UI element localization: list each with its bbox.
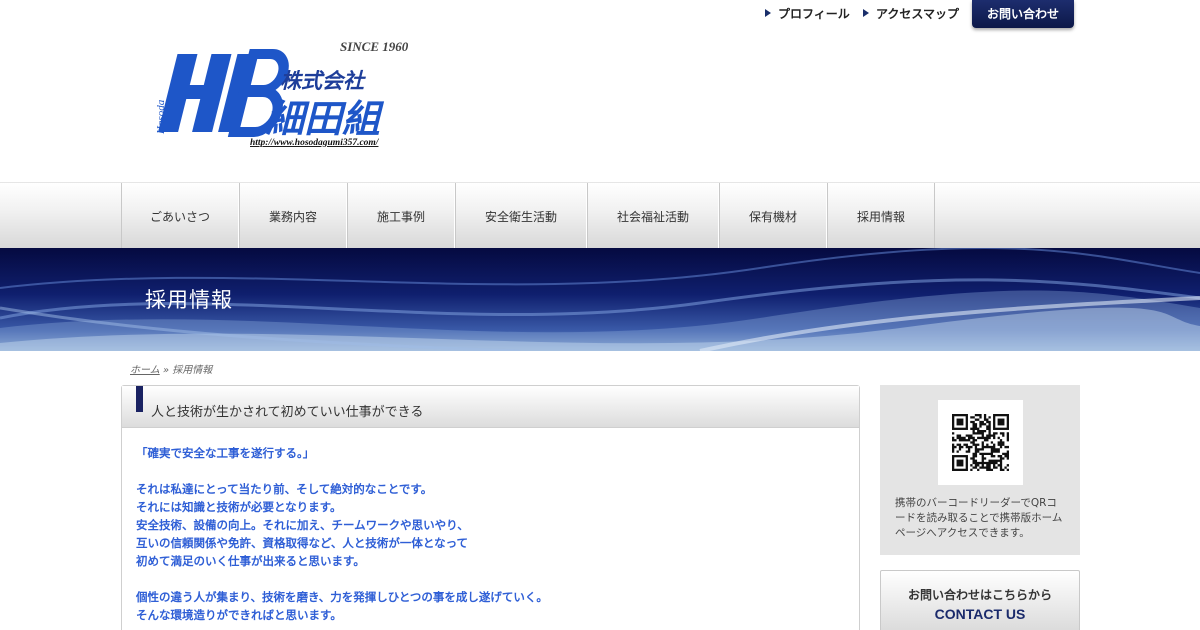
section-heading: 人と技術が生かされて初めていい仕事ができる [151,405,424,420]
profile-link[interactable]: プロフィール [765,5,850,22]
qr-code-panel: 携帯のバーコードリーダーでQRコードを読み取ることで携帯版ホームページへアクセス… [880,385,1080,555]
body-text-line: 安全技術、設備の向上。それに加え、チームワークや思いやり、 [136,518,469,532]
body-text-line: そんな環境造りができればと思います。 [136,608,342,622]
section-body: 「確実で安全な工事を遂行する。」 それは私達にとって当たり前、そして絶対的なこと… [122,428,859,624]
contact-banner-jp: お問い合わせはこちらから [907,588,1052,602]
nav-item-greeting[interactable]: ごあいさつ [121,183,239,249]
page-title: 採用情報 [145,288,233,312]
body-text-line: 初めて満足のいく仕事が出来ると思います。 [136,554,365,568]
nav-item-works[interactable]: 施工事例 [347,183,455,249]
qr-code-description: 携帯のバーコードリーダーでQRコードを読み取ることで携帯版ホームページへアクセス… [895,497,1063,539]
breadcrumb-separator: » [162,365,170,376]
logo-url: http://www.hosodagumi357.com/ [250,138,380,148]
body-text-line: 互いの信頼関係や免許、資格取得など、人と技術が一体となって [136,536,469,550]
contact-us-banner[interactable]: お問い合わせはこちらから CONTACT US [880,570,1080,630]
qr-code-frame [938,400,1023,485]
logo-since: SINCE 1960 [340,39,409,54]
main-content-panel: 人と技術が生かされて初めていい仕事ができる 「確実で安全な工事を遂行する。」 そ… [121,385,860,630]
main-navigation: ごあいさつ 業務内容 施工事例 安全衛生活動 社会福祉活動 保有機材 採用情報 [0,182,1200,249]
heading-accent-bar [136,386,143,412]
body-text-line: 「確実で安全な工事を遂行する。」 [136,446,315,460]
profile-link-label: プロフィール [778,7,850,21]
triangle-right-icon [863,9,869,17]
body-text-line: それには知識と技術が必要となります。 [136,500,342,514]
breadcrumb-home-link[interactable]: ホーム [130,365,160,376]
nav-item-equipment[interactable]: 保有機材 [719,183,827,249]
body-text-line: 個性の違う人が集まり、技術を磨き、力を発揮しひとつの事を成し遂げていく。 [136,590,548,604]
breadcrumb: ホーム » 採用情報 [130,361,212,376]
nav-item-safety[interactable]: 安全衛生活動 [455,183,587,249]
top-utility-bar: プロフィール アクセスマップ お問い合わせ [0,0,1200,30]
section-header: 人と技術が生かされて初めていい仕事ができる [122,386,859,428]
breadcrumb-current: 採用情報 [172,365,213,376]
page-hero-banner: 採用情報 [0,248,1200,351]
logo-kabushiki: 株式会社 [280,69,366,93]
company-logo[interactable]: SINCE 1960 Hosoda 株式会社 細田組 http://www.ho… [140,32,440,152]
contact-tab-button[interactable]: お問い合わせ [972,0,1074,28]
access-map-link-label: アクセスマップ [876,7,960,21]
logo-company-name: 細田組 [265,97,385,141]
access-map-link[interactable]: アクセスマップ [863,5,959,22]
nav-item-business[interactable]: 業務内容 [239,183,347,249]
body-text-line: それは私達にとって当たり前、そして絶対的なことです。 [136,482,433,496]
logo-graphic: SINCE 1960 Hosoda 株式会社 細田組 http://www.ho… [155,39,409,148]
nav-item-welfare[interactable]: 社会福祉活動 [587,183,719,249]
qr-code-icon [952,414,1009,471]
contact-banner-en: CONTACT US [934,606,1026,622]
nav-item-recruit[interactable]: 採用情報 [827,183,935,249]
triangle-right-icon [765,9,771,17]
logo-vertical-text: Hosoda [155,99,167,135]
